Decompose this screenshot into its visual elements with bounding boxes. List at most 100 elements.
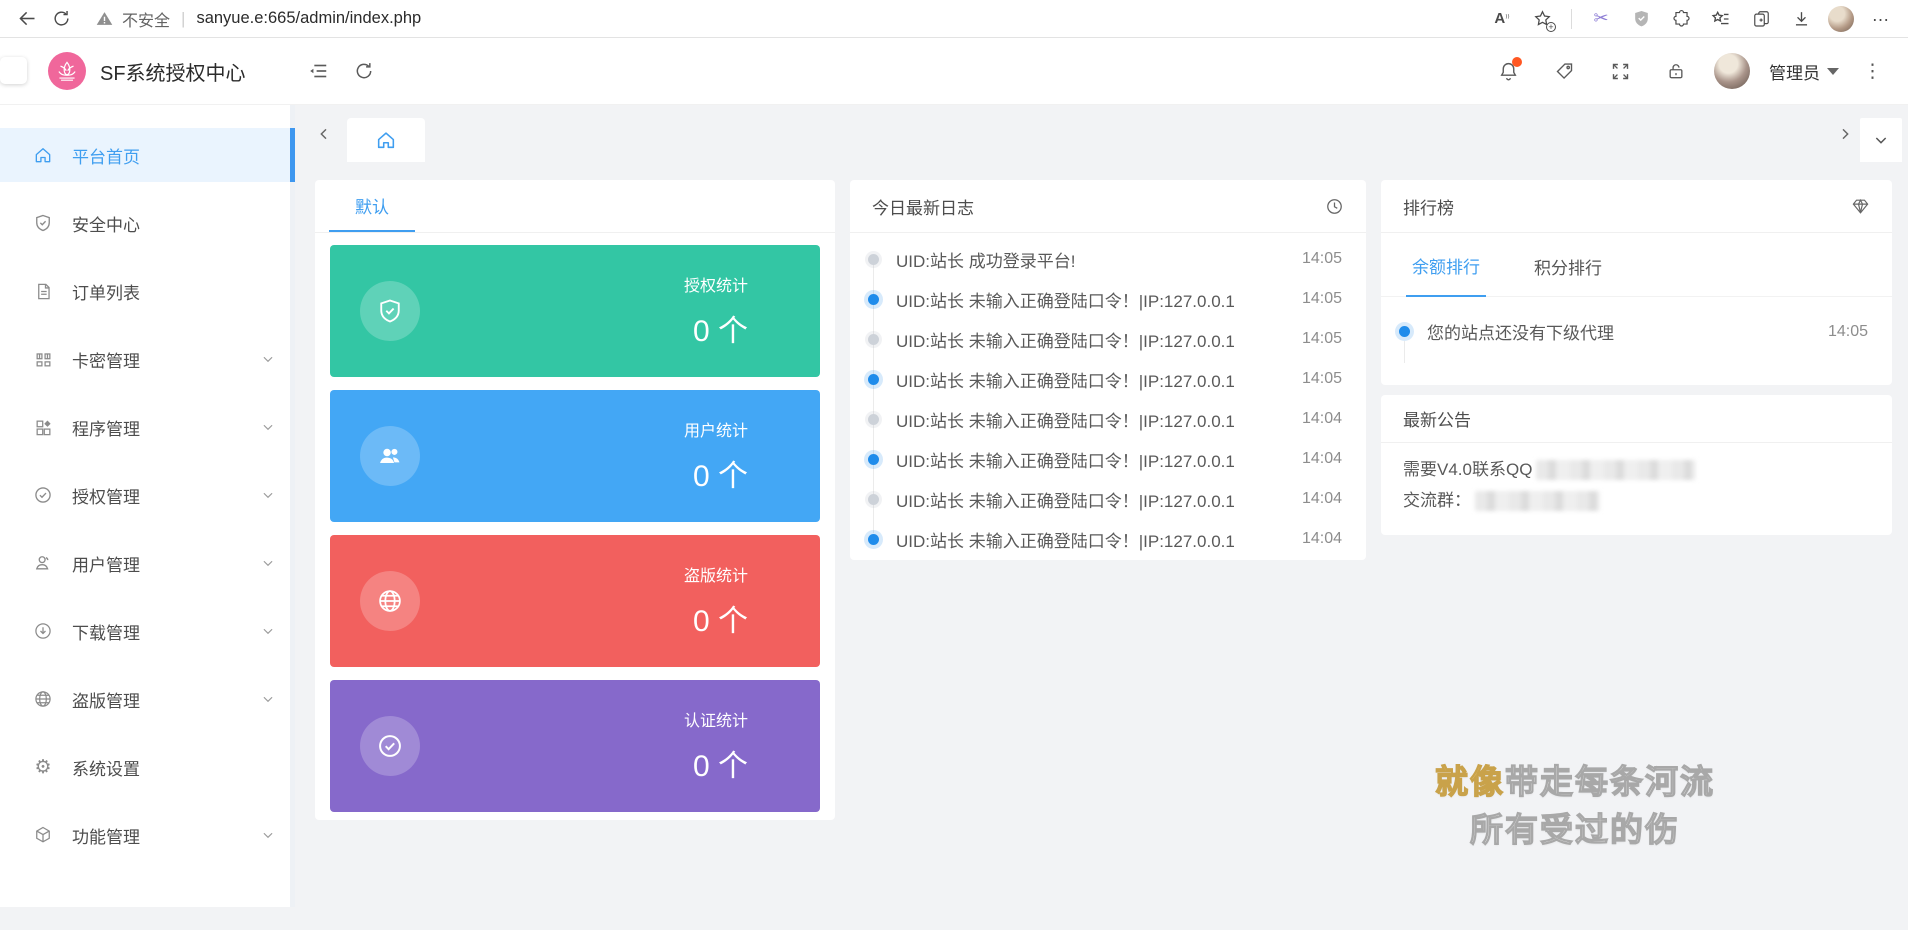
- users-icon: [360, 426, 420, 486]
- stat-piracy[interactable]: 盗版统计 0 个: [330, 535, 820, 667]
- user-icon: [33, 553, 53, 573]
- globe-icon: [33, 689, 53, 709]
- address-bar[interactable]: 不安全 | sanyue.e:665/admin/index.php: [96, 7, 1485, 31]
- chevron-down-icon: [261, 692, 275, 706]
- stat-authorization[interactable]: 授权统计 0 个: [330, 245, 820, 377]
- sidebar-item-authorization[interactable]: 授权管理: [0, 468, 295, 522]
- timeline-tail: [1404, 341, 1405, 363]
- browser-more-icon[interactable]: …: [1864, 4, 1898, 34]
- cube-icon: [33, 825, 53, 845]
- right-column: 排行榜 余额排行 积分排行 您的站点还没有下级代理: [1381, 180, 1892, 535]
- stat-value: 0 个: [684, 596, 748, 640]
- lock-icon[interactable]: [1653, 48, 1699, 94]
- tab-balance-ranking[interactable]: 余额排行: [1406, 253, 1486, 297]
- sidebar-item-label: 盗版管理: [72, 687, 140, 712]
- tabs-scroll-left-icon[interactable]: [309, 114, 339, 154]
- favorites-bar-icon[interactable]: [1704, 4, 1738, 34]
- timeline-dot: [868, 334, 879, 345]
- download-circle-icon: [33, 621, 53, 641]
- tab-points-ranking[interactable]: 积分排行: [1528, 254, 1608, 296]
- tag-icon[interactable]: [1541, 48, 1587, 94]
- user-name: 管理员: [1769, 59, 1820, 84]
- sidebar-item-card-keys[interactable]: 卡密管理: [0, 332, 295, 386]
- add-favorite-icon[interactable]: +: [1525, 4, 1559, 34]
- app-logo-area[interactable]: SF系统授权中心: [0, 52, 295, 90]
- stats-tabs: 默认: [315, 180, 835, 233]
- timeline-dot: [1399, 326, 1410, 337]
- stat-certification[interactable]: 认证统计 0 个: [330, 680, 820, 812]
- sidebar-item-label: 用户管理: [72, 551, 140, 576]
- card-grid-icon: [33, 349, 53, 369]
- caret-down-icon: [1827, 68, 1839, 75]
- log-entry[interactable]: UID:站长 未输入正确登陆口令！|IP:127.0.0.1 14:04: [868, 399, 1342, 439]
- sidebar-item-label: 系统设置: [72, 755, 140, 780]
- user-menu[interactable]: 管理员: [1765, 59, 1843, 84]
- sidebar-item-piracy[interactable]: 盗版管理: [0, 672, 295, 726]
- stat-value: 0 个: [684, 306, 748, 350]
- collections-icon[interactable]: [1744, 4, 1778, 34]
- log-entry[interactable]: UID:站长 未输入正确登陆口令！|IP:127.0.0.1 14:04: [868, 479, 1342, 519]
- log-entry[interactable]: UID:站长 未输入正确登陆口令！|IP:127.0.0.1 14:05: [868, 359, 1342, 399]
- sidebar-item-downloads[interactable]: 下载管理: [0, 604, 295, 658]
- main-area: 默认 授权统计 0 个: [295, 105, 1908, 930]
- home-icon: [33, 145, 53, 165]
- stat-users[interactable]: 用户统计 0 个: [330, 390, 820, 522]
- timeline-dot: [868, 414, 879, 425]
- tab-default[interactable]: 默认: [329, 180, 415, 232]
- downloads-icon[interactable]: [1784, 4, 1818, 34]
- check-circle-icon: [360, 716, 420, 776]
- browser-refresh-icon[interactable]: [44, 4, 78, 34]
- log-entry[interactable]: UID:站长 未输入正确登陆口令！|IP:127.0.0.1 14:04: [868, 439, 1342, 479]
- sidebar-item-label: 卡密管理: [72, 347, 140, 372]
- scissors-extension-icon[interactable]: ✂: [1584, 4, 1618, 34]
- collapse-menu-icon[interactable]: [295, 48, 341, 94]
- sidebar-item-order-list[interactable]: 订单列表: [0, 264, 295, 318]
- header-more-icon[interactable]: ⋮: [1853, 60, 1892, 83]
- sidebar-item-label: 程序管理: [72, 415, 140, 440]
- browser-back-icon[interactable]: [10, 4, 44, 34]
- check-circle-icon: [33, 485, 53, 505]
- sidebar-item-system-settings[interactable]: ⚙ 系统设置: [0, 740, 295, 794]
- tab-home[interactable]: [347, 118, 425, 162]
- redacted-qq-number: [1536, 460, 1696, 480]
- url-text[interactable]: sanyue.e:665/admin/index.php: [196, 9, 421, 28]
- chevron-down-icon: [261, 624, 275, 638]
- app-title: SF系统授权中心: [100, 57, 246, 86]
- page-refresh-icon[interactable]: [341, 48, 387, 94]
- not-secure-warning-icon: [96, 10, 113, 27]
- dashboard-content: 默认 授权统计 0 个: [295, 162, 1908, 820]
- sidebar-item-platform-home[interactable]: 平台首页: [0, 128, 295, 182]
- sidebar-item-users[interactable]: 用户管理: [0, 536, 295, 590]
- read-aloud-icon[interactable]: A⁾⁾: [1485, 4, 1519, 34]
- log-entry[interactable]: UID:站长 成功登录平台! 14:05: [868, 239, 1342, 279]
- puzzle-extension-icon[interactable]: [1664, 4, 1698, 34]
- app-header: SF系统授权中心 管理员: [0, 38, 1908, 105]
- sidebar-item-security-center[interactable]: 安全中心: [0, 196, 295, 250]
- fullscreen-icon[interactable]: [1597, 48, 1643, 94]
- sidebar-item-label: 安全中心: [72, 211, 140, 236]
- browser-profile-avatar[interactable]: [1824, 4, 1858, 34]
- log-entry[interactable]: UID:站长 未输入正确登陆口令！|IP:127.0.0.1 14:05: [868, 279, 1342, 319]
- tabs-dropdown-icon[interactable]: [1860, 118, 1902, 162]
- shield-extension-icon[interactable]: [1624, 4, 1658, 34]
- timeline-dot: [868, 254, 879, 265]
- stat-label: 授权统计: [684, 272, 748, 296]
- log-card-title: 今日最新日志: [872, 194, 974, 219]
- user-avatar[interactable]: [1709, 48, 1755, 94]
- chevron-down-icon: [261, 352, 275, 366]
- header-actions: 管理员 ⋮: [1485, 48, 1908, 94]
- log-entry[interactable]: UID:站长 未输入正确登陆口令！|IP:127.0.0.1 14:05: [868, 319, 1342, 359]
- chevron-down-icon: [261, 420, 275, 434]
- timeline-dot: [868, 374, 879, 385]
- timeline-dot: [868, 294, 879, 305]
- toolbar-divider: [1571, 9, 1572, 29]
- sidebar-item-features[interactable]: 功能管理: [0, 808, 295, 862]
- tabs-scroll-right-icon[interactable]: [1830, 114, 1860, 154]
- ranking-entry[interactable]: 您的站点还没有下级代理 14:05: [1381, 297, 1892, 344]
- sidebar-item-label: 下载管理: [72, 619, 140, 644]
- notice-line2: 交流群：: [1403, 485, 1471, 516]
- log-entry[interactable]: UID:站长 未输入正确登陆口令！|IP:127.0.0.1 14:04: [868, 519, 1342, 559]
- notifications-bell-icon[interactable]: [1485, 48, 1531, 94]
- sidebar-item-programs[interactable]: 程序管理: [0, 400, 295, 454]
- timeline-dot: [868, 454, 879, 465]
